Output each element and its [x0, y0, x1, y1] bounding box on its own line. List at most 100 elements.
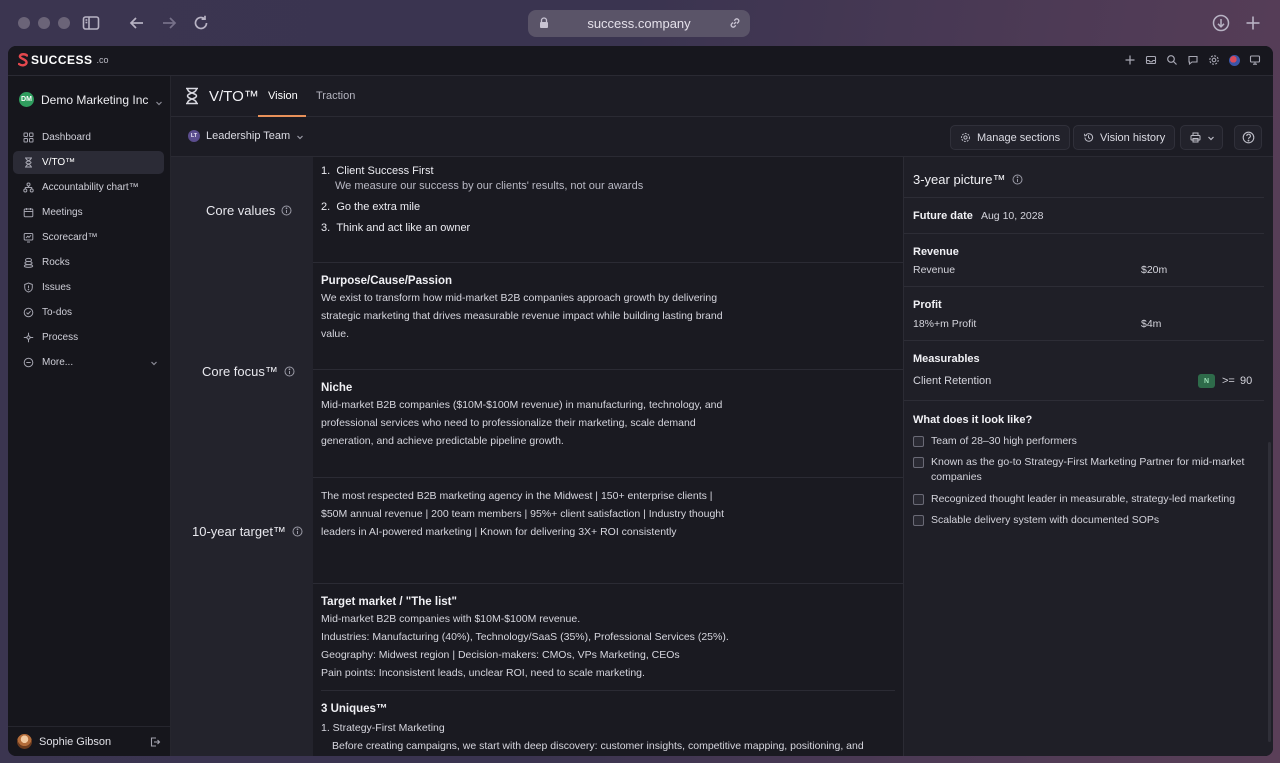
org-switcher[interactable]: DM Demo Marketing Inc — [19, 92, 163, 107]
hourglass-icon — [23, 157, 34, 168]
avatar — [17, 734, 32, 749]
checkbox[interactable] — [913, 515, 924, 526]
history-icon — [1083, 132, 1094, 143]
measurable-name[interactable]: Client Retention — [913, 375, 991, 387]
manage-sections-button[interactable]: Manage sections — [950, 125, 1071, 150]
download-icon[interactable] — [1211, 13, 1231, 33]
language-flag-icon[interactable] — [1229, 54, 1240, 66]
look-like-item-text: Scalable delivery system with documented… — [931, 514, 1160, 526]
search-icon[interactable] — [1166, 54, 1178, 66]
new-tab-icon[interactable] — [1243, 13, 1263, 33]
measurable-goal[interactable]: 90 — [1240, 375, 1252, 387]
sidebar-item-meetings[interactable]: Meetings — [13, 201, 164, 224]
tab-traction[interactable]: Traction — [316, 90, 355, 102]
plus-icon[interactable] — [1124, 54, 1136, 66]
print-button[interactable] — [1180, 125, 1223, 150]
vision-history-button[interactable]: Vision history — [1073, 125, 1176, 150]
help-icon — [1242, 131, 1255, 144]
sidebar-toggle-icon[interactable] — [81, 13, 101, 33]
close-window-button[interactable] — [18, 17, 30, 29]
info-icon[interactable] — [284, 366, 295, 377]
sidebar-item-accountability-chart[interactable]: Accountability chart™ — [13, 176, 164, 199]
divider — [904, 286, 1264, 287]
reload-icon[interactable] — [191, 13, 211, 33]
text-line: Pain points: Inconsistent leads, unclear… — [321, 667, 645, 679]
text-line: leaders in AI-powered marketing | Known … — [321, 526, 677, 538]
back-arrow-icon[interactable] — [127, 13, 147, 33]
niche-text[interactable]: Mid-market B2B companies ($10M-$100M rev… — [321, 396, 741, 450]
list-item[interactable]: 3. Think and act like an owner — [321, 222, 470, 234]
sidebar-item-label: Scorecard™ — [42, 232, 98, 243]
text-line: Before creating campaigns, we start with… — [332, 740, 864, 752]
minimize-window-button[interactable] — [38, 17, 50, 29]
profit-value[interactable]: $4m — [1141, 318, 1161, 330]
row-divider — [313, 477, 903, 478]
url-text: success.company — [587, 16, 691, 31]
sidebar-item-scorecard[interactable]: Scorecard™ — [13, 226, 164, 249]
look-like-item[interactable]: Scalable delivery system with documented… — [913, 513, 1263, 528]
gear-icon[interactable] — [1208, 54, 1220, 66]
ten-year-target-text[interactable]: The most respected B2B marketing agency … — [321, 487, 741, 541]
sidebar-item-more[interactable]: More... — [13, 351, 164, 374]
item-number: 2. — [321, 201, 331, 213]
section-label-text: Core values — [206, 203, 276, 218]
look-like-item[interactable]: Recognized thought leader in measurable,… — [913, 492, 1263, 507]
logo-mark-icon — [18, 53, 28, 67]
tab-vision[interactable]: Vision — [268, 90, 298, 102]
monitor-icon[interactable] — [1249, 54, 1261, 66]
info-icon[interactable] — [281, 205, 292, 216]
future-date-value[interactable]: Aug 10, 2028 — [981, 210, 1043, 222]
look-like-item-text: Team of 28–30 high performers — [931, 435, 1077, 447]
target-market-text[interactable]: Mid-market B2B companies with $10M-$100M… — [321, 610, 741, 682]
row-divider — [313, 262, 903, 263]
item-title: Think and act like an owner — [336, 222, 471, 234]
three-year-picture-panel: 3-year picture™ Future date Aug 10, 2028… — [903, 157, 1273, 756]
revenue-value[interactable]: $20m — [1141, 264, 1167, 276]
panel-scrollbar[interactable] — [1268, 442, 1271, 742]
text-line: Industries: Manufacturing (40%), Technol… — [321, 631, 729, 643]
three-uniques-text[interactable]: 1. Strategy-First Marketing Before creat… — [321, 719, 891, 755]
app-logo[interactable]: SUCCESS .co — [18, 53, 109, 67]
list-item[interactable]: 1. Client Success First — [321, 165, 434, 177]
share-link-icon[interactable] — [728, 16, 742, 30]
sidebar-item-issues[interactable]: Issues — [13, 276, 164, 299]
toolbar: LT Leadership Team Manage sections Visio… — [171, 117, 1273, 157]
main-content: V/TO™ Vision Traction LT Leadership Team… — [171, 76, 1273, 756]
user-profile[interactable]: Sophie Gibson — [8, 726, 171, 756]
future-date-label: Future date Aug 10, 2028 — [913, 210, 1043, 222]
target-market-title: Target market / "The list" — [321, 596, 457, 608]
top-actions — [1124, 54, 1261, 66]
info-icon[interactable] — [1012, 174, 1023, 185]
checkbox[interactable] — [913, 457, 924, 468]
item-title: Client Success First — [336, 165, 434, 177]
sidebar-item-label: Process — [42, 332, 79, 343]
lock-icon — [537, 16, 551, 30]
logo-text: SUCCESS — [31, 53, 93, 67]
team-selector[interactable]: LT Leadership Team — [188, 130, 304, 142]
maximize-window-button[interactable] — [58, 17, 70, 29]
info-icon[interactable] — [292, 526, 303, 537]
look-like-item[interactable]: Known as the go-to Strategy-First Market… — [913, 455, 1263, 485]
text-line: $50M annual revenue | 200 team members |… — [321, 508, 725, 520]
sidebar-item-vto[interactable]: V/TO™ — [13, 151, 164, 174]
forward-arrow-icon[interactable] — [159, 13, 179, 33]
checkbox[interactable] — [913, 494, 924, 505]
sidebar-item-rocks[interactable]: Rocks — [13, 251, 164, 274]
look-like-item[interactable]: Team of 28–30 high performers — [913, 434, 1263, 449]
sidebar-item-process[interactable]: Process — [13, 326, 164, 349]
sidebar-item-dashboard[interactable]: Dashboard — [13, 126, 164, 149]
logout-icon[interactable] — [149, 736, 161, 748]
text-line: professional services who need to profes… — [321, 417, 696, 429]
checkbox[interactable] — [913, 436, 924, 447]
section-labels-column — [171, 157, 313, 756]
address-bar[interactable]: success.company — [528, 10, 750, 37]
profit-row-label: 18%+m Profit — [913, 318, 977, 330]
help-button[interactable] — [1234, 125, 1262, 150]
chat-icon[interactable] — [1187, 54, 1199, 66]
list-item[interactable]: 2. Go the extra mile — [321, 201, 420, 213]
purpose-title: Purpose/Cause/Passion — [321, 275, 453, 287]
text-line: The most respected B2B marketing agency … — [321, 490, 713, 502]
inbox-icon[interactable] — [1145, 54, 1157, 66]
purpose-text[interactable]: We exist to transform how mid-market B2B… — [321, 289, 741, 343]
sidebar-item-todos[interactable]: To-dos — [13, 301, 164, 324]
